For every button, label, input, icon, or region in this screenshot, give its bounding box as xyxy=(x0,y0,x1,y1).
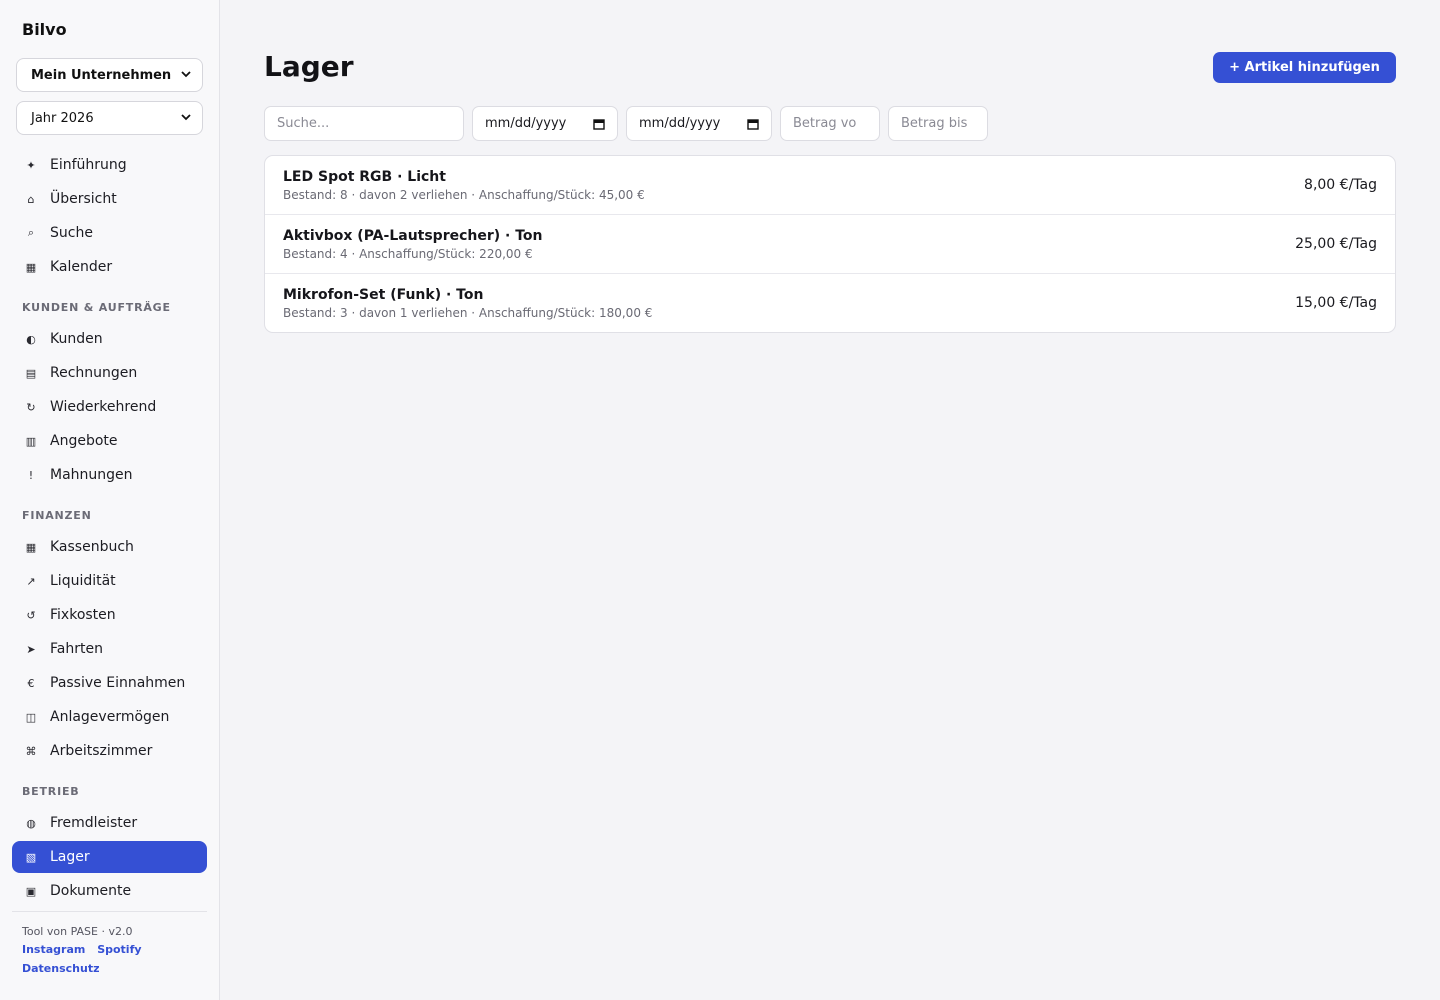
item-price: 25,00 €/Tag xyxy=(1295,236,1377,252)
item-name: LED Spot RGB · Licht xyxy=(283,169,446,185)
sidebar-item-label: Angebote xyxy=(50,433,118,449)
calendar-icon xyxy=(593,119,605,130)
item-price: 15,00 €/Tag xyxy=(1295,295,1377,311)
sidebar-item-anlagevermoegen[interactable]: ◫ Anlagevermögen xyxy=(12,701,207,733)
sidebar-item-fremdleister[interactable]: ◍ Fremdleister xyxy=(12,807,207,839)
item-meta: Bestand: 4 · Anschaffung/Stück: 220,00 € xyxy=(283,247,533,261)
sidebar-item-label: Arbeitszimmer xyxy=(50,743,153,759)
sidebar-item-einfuehrung[interactable]: ✦ Einführung xyxy=(12,149,207,181)
sidebar-item-label: Wiederkehrend xyxy=(50,399,157,415)
sidebar-item-fahrten[interactable]: ➤ Fahrten xyxy=(12,633,207,665)
sidebar-item-label: Liquidität xyxy=(50,573,116,589)
sidebar-item-liquiditaet[interactable]: ↗ Liquidität xyxy=(12,565,207,597)
date-to-input[interactable]: mm/dd/yyyy xyxy=(626,106,772,141)
chevron-down-icon xyxy=(181,114,191,121)
sidebar-item-label: Anlagevermögen xyxy=(50,709,170,725)
search-input[interactable]: Suche... xyxy=(264,106,464,141)
sidebar-item-uebersicht[interactable]: ⌂ Übersicht xyxy=(12,183,207,215)
document-icon: ▣ xyxy=(25,884,37,898)
sparkle-icon: ✦ xyxy=(26,158,36,172)
privacy-link[interactable]: Datenschutz xyxy=(22,962,100,975)
customers-icon: ◐ xyxy=(26,332,36,346)
sidebar-item-mahnungen[interactable]: ! Mahnungen xyxy=(12,459,207,491)
sidebar-item-arbeitszimmer[interactable]: ⌘ Arbeitszimmer xyxy=(12,735,207,767)
sidebar-nav: ✦ Einführung ⌂ Übersicht ⌕ Suche ▦ Kalender KUND… xyxy=(12,149,207,911)
instagram-link[interactable]: Instagram xyxy=(22,943,85,956)
cycle-icon: ↺ xyxy=(26,608,36,622)
sidebar-item-wiederkehrend[interactable]: ↻ Wiederkehrend xyxy=(12,391,207,423)
nav-section-heading: BETRIEB xyxy=(22,784,80,798)
year-select[interactable]: Jahr 2026 xyxy=(16,101,203,135)
sidebar-item-lager[interactable]: ▧ Lager xyxy=(12,841,207,873)
amount-from-input[interactable]: Betrag vo xyxy=(780,106,880,141)
command-icon: ⌘ xyxy=(25,744,37,758)
sidebar-item-angebote[interactable]: ▥ Angebote xyxy=(12,425,207,457)
sidebar-item-passive-einnahmen[interactable]: € Passive Einnahmen xyxy=(12,667,207,699)
sidebar-item-label: Kunden xyxy=(50,331,103,347)
sidebar-item-kalender[interactable]: ▦ Kalender xyxy=(12,251,207,283)
company-select-value: Mein Unternehmen xyxy=(31,67,172,83)
trend-icon: ↗ xyxy=(26,574,36,588)
sidebar-item-rechnungen[interactable]: ▤ Rechnungen xyxy=(12,357,207,389)
sidebar-item-label: Einführung xyxy=(50,157,127,173)
calendar-icon xyxy=(747,119,759,130)
warehouse-icon: ▧ xyxy=(25,850,37,864)
sidebar-footer: Tool von PASE · v2.0 Instagram Spotify D… xyxy=(12,911,207,981)
nav-section-heading: FINANZEN xyxy=(22,508,92,522)
company-select[interactable]: Mein Unternehmen xyxy=(16,58,203,92)
sidebar-item-label: Fremdleister xyxy=(50,815,138,831)
sidebar-item-label: Mahnungen xyxy=(50,467,133,483)
calendar-icon: ▦ xyxy=(25,260,37,274)
item-name: Mikrofon-Set (Funk) · Ton xyxy=(283,287,484,303)
date-from-value: mm/dd/yyyy xyxy=(485,116,567,131)
sidebar-item-label: Passive Einnahmen xyxy=(50,675,186,691)
sidebar-item-kassenbuch[interactable]: ▦ Kassenbuch xyxy=(12,531,207,563)
sidebar-item-label: Fahrten xyxy=(50,641,103,657)
sidebar-item-label: Rechnungen xyxy=(50,365,138,381)
list-item[interactable]: LED Spot RGB · Licht Bestand: 8 · davon 2… xyxy=(265,156,1395,215)
euro-icon: € xyxy=(27,676,35,690)
sidebar-item-kunden[interactable]: ◐ Kunden xyxy=(12,323,207,355)
search-icon: ⌕ xyxy=(27,226,35,239)
item-name: Aktivbox (PA-Lautsprecher) · Ton xyxy=(283,228,543,244)
sidebar-item-label: Lager xyxy=(50,849,90,865)
alert-icon: ! xyxy=(28,468,34,482)
inventory-list: LED Spot RGB · Licht Bestand: 8 · davon 2… xyxy=(264,155,1396,333)
cashbook-icon: ▦ xyxy=(25,540,37,554)
sidebar-item-suche[interactable]: ⌕ Suche xyxy=(12,217,207,249)
add-item-button[interactable]: + Artikel hinzufügen xyxy=(1213,52,1396,83)
sidebar: Bilvo Mein Unternehmen Jahr 2026 ✦ Einfüh… xyxy=(0,0,220,1000)
list-item[interactable]: Mikrofon-Set (Funk) · Ton Bestand: 3 · da… xyxy=(265,274,1395,332)
assets-icon: ◫ xyxy=(25,710,37,724)
sidebar-item-label: Fixkosten xyxy=(50,607,116,623)
invoice-icon: ▤ xyxy=(25,366,37,380)
footer-credit: Tool von PASE · v2.0 xyxy=(22,925,133,938)
sidebar-item-label: Kassenbuch xyxy=(50,539,134,555)
repeat-icon: ↻ xyxy=(26,400,36,414)
arrow-icon: ➤ xyxy=(26,642,36,656)
offer-icon: ▥ xyxy=(25,434,37,448)
sidebar-item-label: Dokumente xyxy=(50,883,132,899)
home-icon: ⌂ xyxy=(27,192,35,206)
date-from-input[interactable]: mm/dd/yyyy xyxy=(472,106,618,141)
sidebar-item-dokumente[interactable]: ▣ Dokumente xyxy=(12,875,207,907)
amount-to-input[interactable]: Betrag bis xyxy=(888,106,988,141)
sidebar-item-fixkosten[interactable]: ↺ Fixkosten xyxy=(12,599,207,631)
chevron-down-icon xyxy=(181,71,191,78)
globe-icon: ◍ xyxy=(26,816,36,830)
page-title: Lager xyxy=(264,50,354,83)
item-meta: Bestand: 3 · davon 1 verliehen · Anschaf… xyxy=(283,306,653,320)
app-logo-text: Bilvo xyxy=(22,20,67,39)
spotify-link[interactable]: Spotify xyxy=(97,943,141,956)
sidebar-item-label: Übersicht xyxy=(50,191,117,207)
nav-section-heading: KUNDEN & AUFTRÄGE xyxy=(22,300,171,314)
item-price: 8,00 €/Tag xyxy=(1304,177,1377,193)
sidebar-item-label: Suche xyxy=(50,225,93,241)
list-item[interactable]: Aktivbox (PA-Lautsprecher) · Ton Bestand:… xyxy=(265,215,1395,274)
sidebar-item-label: Kalender xyxy=(50,259,113,275)
date-to-value: mm/dd/yyyy xyxy=(639,116,721,131)
item-meta: Bestand: 8 · davon 2 verliehen · Anschaf… xyxy=(283,188,645,202)
main-content: Lager + Artikel hinzufügen Suche... mm/d… xyxy=(221,0,1440,1000)
year-select-value: Jahr 2026 xyxy=(31,110,94,126)
